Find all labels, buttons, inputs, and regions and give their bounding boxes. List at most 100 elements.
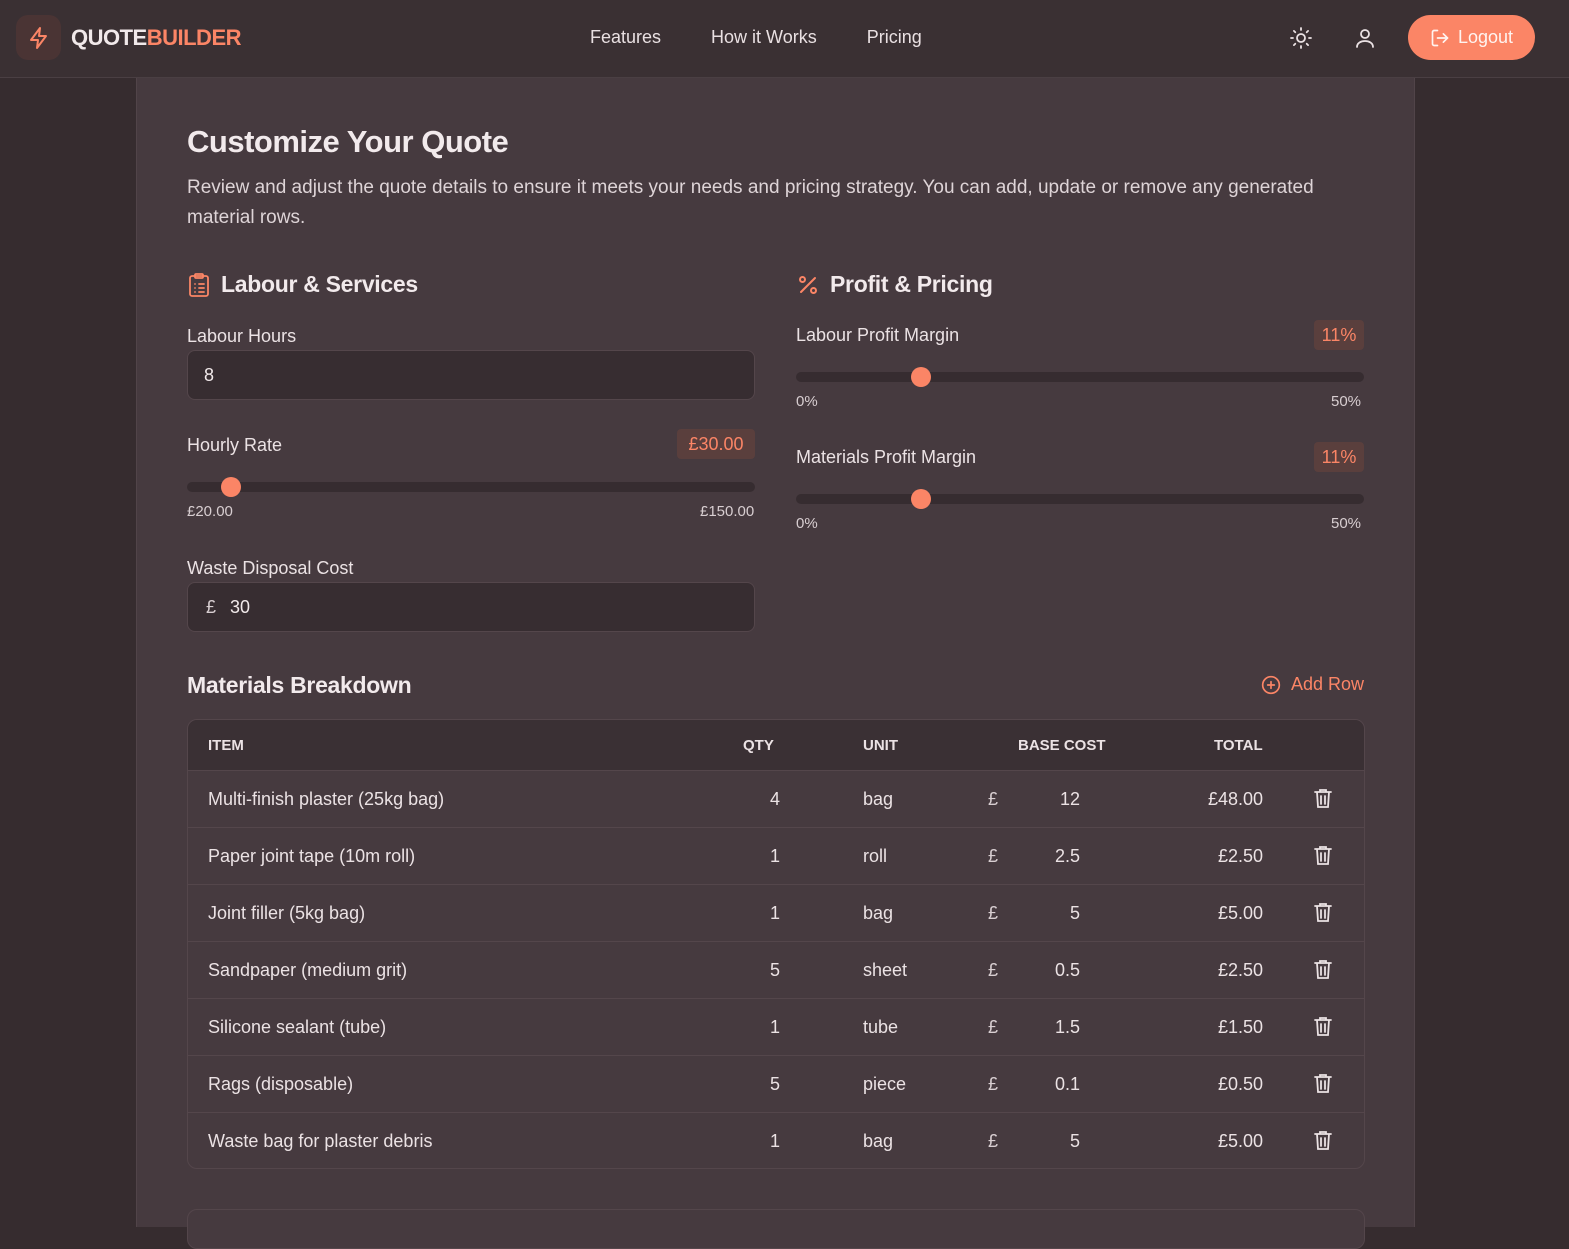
- col-qty: QTY: [743, 737, 774, 754]
- row-item-input[interactable]: Joint filler (5kg bag): [208, 903, 365, 924]
- labour-margin-label: Labour Profit Margin: [796, 325, 960, 345]
- labour-margin-thumb[interactable]: [910, 367, 931, 387]
- hourly-rate-label: Hourly Rate: [187, 435, 283, 455]
- table-row: Silicone sealant (tube) 1 tube £ 1.5 £1.…: [188, 998, 1364, 1055]
- row-base-cost-input[interactable]: 5: [1018, 1131, 1080, 1152]
- row-unit-input[interactable]: bag: [863, 903, 893, 924]
- row-qty-input[interactable]: 1: [708, 846, 780, 867]
- materials-margin-badge: 11%: [1314, 442, 1364, 472]
- row-currency-symbol: £: [988, 1017, 999, 1037]
- materials-margin-slider[interactable]: [796, 489, 1364, 509]
- labour-margin-slider[interactable]: [796, 367, 1364, 387]
- logout-button[interactable]: Logout: [1408, 15, 1535, 60]
- row-unit-input[interactable]: bag: [863, 789, 893, 810]
- row-item-input[interactable]: Silicone sealant (tube): [208, 1017, 386, 1038]
- row-qty-input[interactable]: 1: [708, 903, 780, 924]
- row-qty-input[interactable]: 5: [708, 960, 780, 981]
- brand-name[interactable]: QUOTEBUILDER: [71, 25, 242, 51]
- top-nav: QUOTEBUILDER Features How it Works Prici…: [0, 0, 1569, 78]
- trash-icon[interactable]: [1313, 787, 1333, 814]
- row-item-input[interactable]: Multi-finish plaster (25kg bag): [208, 789, 444, 810]
- row-item-input[interactable]: Rags (disposable): [208, 1074, 353, 1095]
- materials-margin-max: 50%: [1331, 515, 1362, 532]
- trash-icon[interactable]: [1313, 1015, 1333, 1042]
- plus-circle-icon: [1261, 675, 1281, 694]
- row-unit-input[interactable]: piece: [863, 1074, 906, 1095]
- quote-panel: Customize Your Quote Review and adjust t…: [136, 78, 1415, 1249]
- hourly-rate-slider[interactable]: [187, 477, 755, 497]
- trash-icon[interactable]: [1313, 1129, 1333, 1156]
- table-row: Rags (disposable) 5 piece £ 0.1 £0.50: [188, 1055, 1364, 1112]
- hourly-rate-min: £20.00: [187, 503, 233, 520]
- row-base-cost-input[interactable]: 12: [1018, 789, 1080, 810]
- row-base-cost-input[interactable]: 2.5: [1018, 846, 1080, 867]
- row-qty-input[interactable]: 5: [708, 1074, 780, 1095]
- labour-hours-input[interactable]: 8: [187, 350, 755, 400]
- table-row: Paper joint tape (10m roll) 1 roll £ 2.5…: [188, 827, 1364, 884]
- nav-link-features[interactable]: Features: [590, 27, 661, 48]
- row-unit-input[interactable]: roll: [863, 846, 887, 867]
- user-icon[interactable]: [1351, 24, 1379, 52]
- trash-icon[interactable]: [1313, 844, 1333, 871]
- materials-title-text: Materials Breakdown: [187, 672, 412, 698]
- hourly-rate-badge: £30.00: [677, 429, 755, 459]
- col-unit: UNIT: [863, 737, 898, 754]
- row-currency-symbol: £: [988, 960, 999, 980]
- col-item: ITEM: [208, 737, 244, 754]
- row-qty-input[interactable]: 1: [708, 1017, 780, 1038]
- labour-margin-max: 50%: [1331, 393, 1362, 410]
- labour-hours-label: Labour Hours: [187, 326, 297, 346]
- row-total: £5.00: [1217, 1131, 1263, 1151]
- row-total: £5.00: [1217, 903, 1263, 923]
- waste-disposal-label: Waste Disposal Cost: [187, 558, 354, 578]
- clipboard-icon: [189, 272, 209, 297]
- table-row: Joint filler (5kg bag) 1 bag £ 5 £5.00: [188, 884, 1364, 941]
- row-item-input[interactable]: Waste bag for plaster debris: [208, 1131, 432, 1152]
- nav-link-how-it-works[interactable]: How it Works: [711, 27, 817, 48]
- labour-margin-badge: 11%: [1314, 320, 1364, 350]
- waste-disposal-input[interactable]: £ 30: [187, 582, 755, 632]
- lightning-logo-icon[interactable]: [16, 15, 61, 60]
- trash-icon[interactable]: [1313, 1072, 1333, 1099]
- hourly-rate-thumb[interactable]: [220, 477, 241, 497]
- row-currency-symbol: £: [988, 903, 999, 923]
- add-row-button[interactable]: Add Row: [1261, 674, 1364, 695]
- row-currency-symbol: £: [988, 1074, 999, 1094]
- row-total: £1.50: [1217, 1017, 1263, 1037]
- row-base-cost-input[interactable]: 0.1: [1018, 1074, 1080, 1095]
- labour-title-text: Labour & Services: [221, 271, 418, 297]
- materials-margin-label: Materials Profit Margin: [796, 447, 977, 467]
- sun-icon[interactable]: [1287, 24, 1315, 52]
- percent-icon: [799, 275, 817, 294]
- profit-section-title: Profit & Pricing: [796, 271, 993, 298]
- add-row-label: Add Row: [1291, 674, 1365, 694]
- col-base-cost: BASE COST: [1018, 737, 1106, 754]
- materials-margin-min: 0%: [796, 515, 818, 532]
- trash-icon[interactable]: [1313, 958, 1333, 985]
- row-item-input[interactable]: Paper joint tape (10m roll): [208, 846, 415, 867]
- table-row: Waste bag for plaster debris 1 bag £ 5 £…: [188, 1112, 1364, 1168]
- row-base-cost-input[interactable]: 5: [1018, 903, 1080, 924]
- row-currency-symbol: £: [988, 789, 999, 809]
- row-unit-input[interactable]: sheet: [863, 960, 907, 981]
- table-row: Multi-finish plaster (25kg bag) 4 bag £ …: [188, 770, 1364, 827]
- materials-margin-thumb[interactable]: [910, 489, 931, 509]
- trash-icon[interactable]: [1313, 901, 1333, 928]
- table-row: Sandpaper (medium grit) 5 sheet £ 0.5 £2…: [188, 941, 1364, 998]
- row-base-cost-input[interactable]: 0.5: [1018, 960, 1080, 981]
- page-description: Review and adjust the quote details to e…: [187, 177, 1314, 228]
- row-unit-input[interactable]: tube: [863, 1017, 898, 1038]
- currency-symbol: £: [206, 596, 217, 617]
- labour-section-title: Labour & Services: [187, 271, 418, 298]
- nav-links: Features How it Works Pricing: [590, 27, 922, 48]
- row-total: £2.50: [1217, 846, 1263, 866]
- row-qty-input[interactable]: 4: [708, 789, 780, 810]
- table-header: ITEM QTY UNIT BASE COST TOTAL: [188, 720, 1364, 770]
- row-item-input[interactable]: Sandpaper (medium grit): [208, 960, 407, 981]
- row-total: £0.50: [1217, 1074, 1263, 1094]
- row-base-cost-input[interactable]: 1.5: [1018, 1017, 1080, 1038]
- row-qty-input[interactable]: 1: [708, 1131, 780, 1152]
- nav-link-pricing[interactable]: Pricing: [867, 27, 922, 48]
- row-unit-input[interactable]: bag: [863, 1131, 893, 1152]
- waste-disposal-value: 30: [230, 596, 251, 617]
